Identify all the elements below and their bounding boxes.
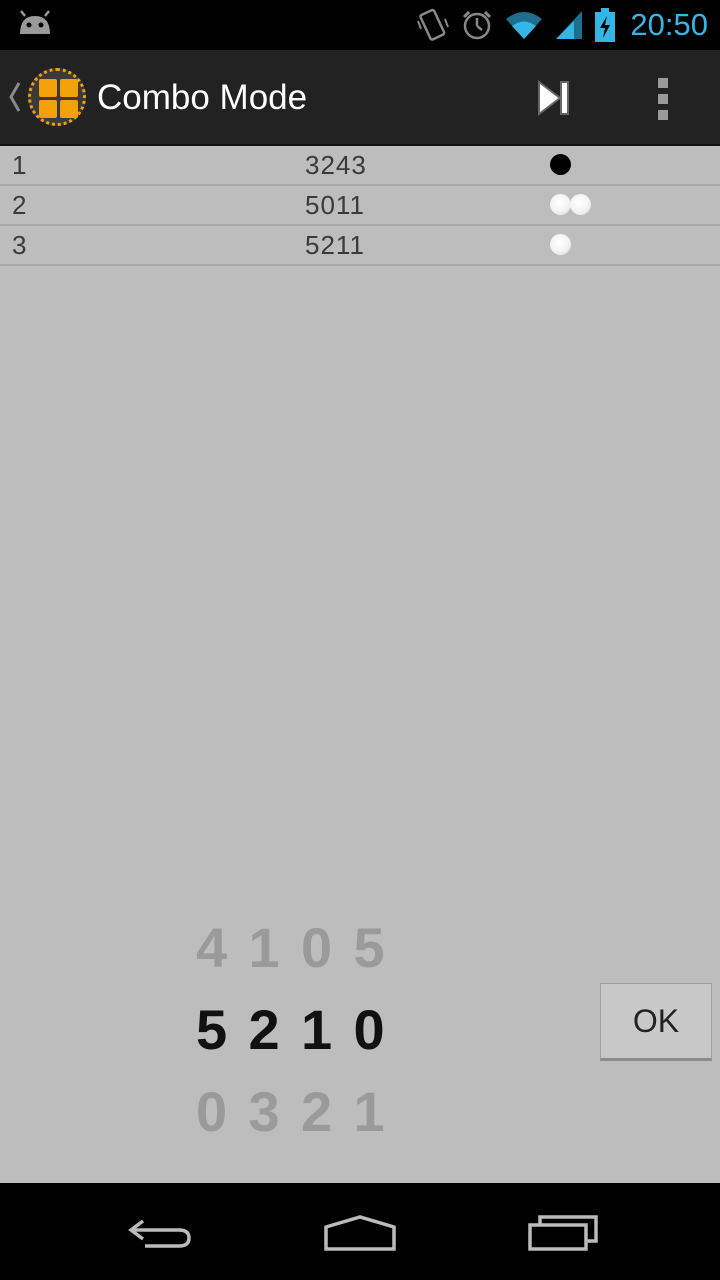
alarm-icon	[460, 8, 494, 42]
guess-row: 3 5211	[0, 226, 720, 266]
android-notification-icon	[16, 10, 54, 43]
guess-code: 5011	[305, 190, 365, 220]
black-peg-icon	[550, 154, 571, 175]
vibrate-icon	[416, 7, 450, 43]
picker-digit[interactable]: 1	[249, 915, 302, 980]
wifi-icon	[504, 9, 544, 41]
picker-row-selected[interactable]: 5 2 1 0	[196, 988, 406, 1070]
home-icon[interactable]	[315, 1205, 405, 1261]
digit-picker[interactable]: 4 1 0 5 5 2 1 0 0 3 2 1	[196, 906, 406, 1152]
feedback-pegs	[550, 194, 591, 216]
picker-row-below[interactable]: 0 3 2 1	[196, 1070, 406, 1152]
overflow-menu-icon[interactable]	[650, 74, 676, 124]
status-bar: 20:50	[0, 0, 720, 50]
content-area: 1 3243 2 5011 3 5211 4 1 0 5 5 2 1 0 0 3…	[0, 146, 720, 1183]
picker-digit[interactable]: 0	[354, 997, 407, 1062]
recent-apps-icon[interactable]	[518, 1205, 608, 1261]
picker-digit[interactable]: 5	[196, 997, 249, 1062]
picker-digit[interactable]: 4	[196, 915, 249, 980]
white-peg-icon	[570, 194, 591, 215]
guess-index: 2	[12, 190, 27, 220]
white-peg-icon	[550, 234, 571, 255]
back-icon[interactable]	[114, 1205, 204, 1261]
up-caret-icon[interactable]	[6, 80, 22, 119]
picker-digit[interactable]: 0	[196, 1079, 249, 1144]
status-clock: 20:50	[630, 7, 708, 42]
guess-row: 1 3243	[0, 146, 720, 186]
picker-digit[interactable]: 0	[301, 915, 354, 980]
guess-index: 1	[12, 150, 27, 180]
guess-code: 5211	[305, 230, 365, 260]
guess-index: 3	[12, 230, 27, 260]
action-bar: Combo Mode	[0, 50, 720, 146]
guess-code: 3243	[305, 150, 367, 180]
guess-row: 2 5011	[0, 186, 720, 226]
picker-digit[interactable]: 3	[249, 1079, 302, 1144]
picker-row-above[interactable]: 4 1 0 5	[196, 906, 406, 988]
picker-digit[interactable]: 1	[301, 997, 354, 1062]
action-bar-title: Combo Mode	[97, 78, 308, 117]
picker-digit[interactable]: 2	[249, 997, 302, 1062]
feedback-pegs	[550, 154, 571, 176]
signal-icon	[554, 9, 584, 41]
picker-digit[interactable]: 2	[301, 1079, 354, 1144]
skip-next-icon[interactable]	[528, 74, 576, 122]
picker-digit[interactable]: 5	[354, 915, 407, 980]
app-grid-icon[interactable]	[28, 68, 86, 126]
navigation-bar	[0, 1183, 720, 1280]
white-peg-icon	[550, 194, 571, 215]
picker-digit[interactable]: 1	[354, 1079, 407, 1144]
feedback-pegs	[550, 234, 571, 256]
ok-button[interactable]: OK	[600, 983, 712, 1061]
battery-charging-icon	[594, 7, 616, 43]
